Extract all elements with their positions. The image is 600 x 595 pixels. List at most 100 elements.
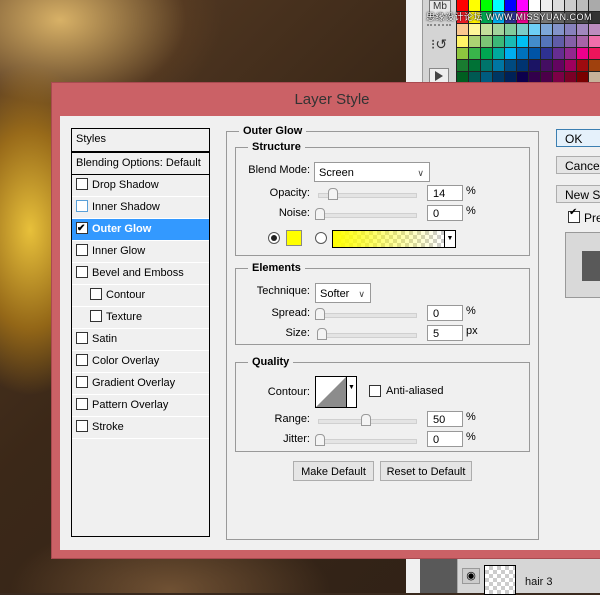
color-swatch[interactable] — [553, 36, 564, 47]
panel-grip[interactable] — [427, 24, 451, 26]
color-swatch[interactable] — [541, 36, 552, 47]
noise-slider[interactable] — [315, 208, 417, 220]
color-swatch[interactable] — [505, 60, 516, 71]
new-style-button[interactable]: New Style... — [556, 185, 600, 203]
reset-to-default-button[interactable]: Reset to Default — [380, 461, 472, 481]
history-icon[interactable]: ⁝↺ — [429, 36, 449, 52]
color-swatch[interactable] — [553, 48, 564, 59]
glow-color-swatch[interactable] — [286, 230, 302, 246]
style-item-pattern-overlay[interactable]: Pattern Overlay — [72, 395, 209, 417]
color-swatch[interactable] — [529, 48, 540, 59]
opacity-slider-thumb[interactable] — [327, 188, 338, 200]
spread-slider[interactable] — [315, 308, 417, 320]
color-swatch[interactable] — [457, 60, 468, 71]
range-slider[interactable] — [318, 414, 417, 426]
color-swatch[interactable] — [481, 24, 492, 35]
range-input[interactable]: 50 — [427, 411, 463, 427]
jitter-slider[interactable] — [315, 434, 417, 446]
style-item-inner-glow[interactable]: Inner Glow — [72, 241, 209, 263]
color-swatch[interactable] — [529, 60, 540, 71]
gradient-dropdown-icon[interactable]: ▼ — [444, 231, 455, 247]
style-item-stroke[interactable]: Stroke — [72, 417, 209, 439]
cancel-button[interactable]: Cancel — [556, 156, 600, 174]
style-item-drop-shadow[interactable]: Drop Shadow — [72, 175, 209, 197]
color-swatch[interactable] — [541, 24, 552, 35]
color-swatch[interactable] — [493, 48, 504, 59]
opacity-input[interactable]: 14 — [427, 185, 463, 201]
style-checkbox[interactable] — [76, 218, 88, 239]
style-item-color-overlay[interactable]: Color Overlay — [72, 351, 209, 373]
color-swatch[interactable] — [577, 60, 588, 71]
style-checkbox[interactable] — [76, 332, 88, 344]
anti-aliased-checkbox[interactable] — [369, 385, 381, 397]
color-swatch[interactable] — [505, 48, 516, 59]
color-swatch[interactable] — [577, 36, 588, 47]
color-swatch[interactable] — [529, 24, 540, 35]
blend-mode-select[interactable]: Screen ∨ — [314, 162, 430, 182]
color-swatch[interactable] — [469, 36, 480, 47]
color-swatch[interactable] — [505, 36, 516, 47]
color-swatch[interactable] — [565, 36, 576, 47]
color-swatch[interactable] — [493, 24, 504, 35]
style-checkbox[interactable] — [76, 354, 88, 366]
eye-visibility-icon[interactable]: ◉ — [462, 568, 480, 584]
color-swatch[interactable] — [517, 36, 528, 47]
color-swatch[interactable] — [469, 60, 480, 71]
solid-color-radio[interactable] — [268, 232, 280, 244]
color-swatch[interactable] — [553, 60, 564, 71]
color-swatch[interactable] — [469, 24, 480, 35]
jitter-input[interactable]: 0 — [427, 431, 463, 447]
color-swatch[interactable] — [457, 36, 468, 47]
glow-gradient-picker[interactable]: ▼ — [332, 230, 456, 248]
color-swatch[interactable] — [577, 24, 588, 35]
style-checkbox[interactable] — [76, 200, 88, 212]
color-swatch[interactable] — [517, 48, 528, 59]
dialog-title[interactable]: Layer Style — [52, 83, 600, 116]
color-swatch[interactable] — [517, 24, 528, 35]
style-checkbox[interactable] — [76, 244, 88, 256]
style-checkbox[interactable] — [76, 266, 88, 278]
color-swatch[interactable] — [589, 48, 600, 59]
color-swatch[interactable] — [577, 48, 588, 59]
color-swatch[interactable] — [457, 48, 468, 59]
color-swatch[interactable] — [457, 24, 468, 35]
color-swatch[interactable] — [565, 48, 576, 59]
color-swatch[interactable] — [541, 48, 552, 59]
contour-picker[interactable]: ▼ — [315, 376, 357, 408]
color-swatch[interactable] — [541, 60, 552, 71]
style-checkbox[interactable] — [90, 288, 102, 300]
color-swatch[interactable] — [589, 36, 600, 47]
color-swatch[interactable] — [565, 60, 576, 71]
color-swatch[interactable] — [469, 48, 480, 59]
contour-dropdown-icon[interactable]: ▼ — [346, 377, 356, 407]
style-checkbox[interactable] — [76, 376, 88, 388]
technique-select[interactable]: Softer ∨ — [315, 283, 371, 303]
color-swatch[interactable] — [481, 48, 492, 59]
jitter-slider-thumb[interactable] — [315, 434, 325, 446]
style-checkbox[interactable] — [76, 178, 88, 190]
spread-slider-thumb[interactable] — [315, 308, 325, 320]
size-slider[interactable] — [316, 328, 417, 340]
make-default-button[interactable]: Make Default — [293, 461, 374, 481]
color-swatch[interactable] — [553, 24, 564, 35]
color-swatch[interactable] — [589, 24, 600, 35]
style-item-texture[interactable]: Texture — [72, 307, 209, 329]
color-swatch[interactable] — [529, 36, 540, 47]
styles-header[interactable]: Styles — [72, 129, 209, 153]
color-swatch[interactable] — [481, 36, 492, 47]
style-item-outer-glow[interactable]: Outer Glow — [72, 218, 209, 241]
noise-slider-thumb[interactable] — [315, 208, 325, 220]
color-swatch[interactable] — [481, 60, 492, 71]
style-checkbox[interactable] — [76, 420, 88, 432]
size-input[interactable]: 5 — [427, 325, 463, 341]
size-slider-thumb[interactable] — [316, 328, 327, 340]
style-checkbox[interactable] — [76, 398, 88, 410]
color-swatch[interactable] — [493, 60, 504, 71]
style-item-satin[interactable]: Satin — [72, 329, 209, 351]
noise-input[interactable]: 0 — [427, 205, 463, 221]
gradient-radio[interactable] — [315, 232, 327, 244]
ok-button[interactable]: OK — [556, 129, 600, 147]
blending-options-item[interactable]: Blending Options: Default — [72, 153, 209, 175]
color-swatch[interactable] — [517, 60, 528, 71]
style-checkbox[interactable] — [90, 310, 102, 322]
